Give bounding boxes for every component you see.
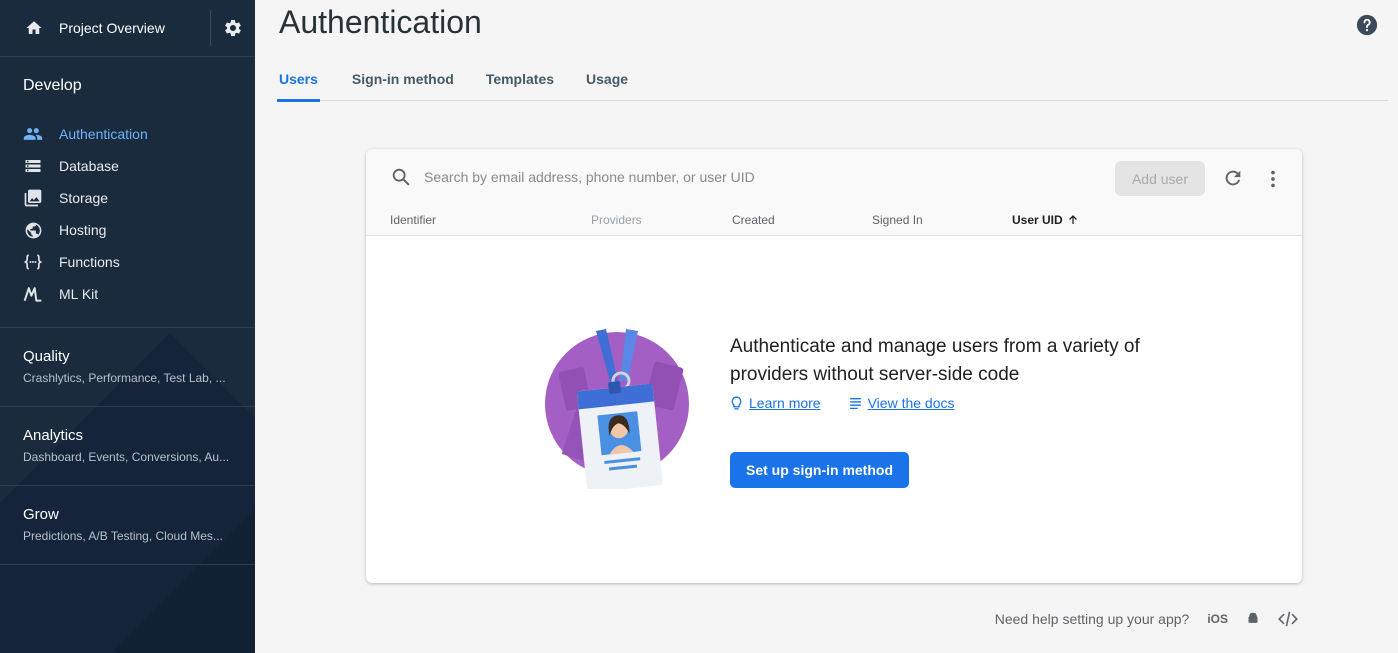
sidebar-item-storage[interactable]: Storage [0, 182, 255, 214]
mlkit-icon [23, 284, 43, 304]
android-icon[interactable] [1246, 612, 1260, 626]
tab-bar: Users Sign-in method Templates Usage [277, 58, 1388, 102]
tab-sign-in-method[interactable]: Sign-in method [352, 58, 454, 101]
learn-more-label: Learn more [749, 395, 821, 411]
group-subtitle: Predictions, A/B Testing, Cloud Mes... [23, 529, 223, 543]
column-header-identifier[interactable]: Identifier [390, 213, 436, 227]
develop-section: Develop Authentication Database Storage … [0, 57, 255, 328]
view-docs-label: View the docs [867, 395, 955, 411]
sidebar-item-label: Hosting [59, 222, 107, 238]
ios-icon[interactable]: iOS [1207, 612, 1228, 626]
sidebar-header: Project Overview [0, 0, 255, 57]
column-header-user-uid[interactable]: User UID [1012, 213, 1079, 227]
settings-gear-icon[interactable] [211, 6, 255, 50]
sidebar-item-label: Database [59, 158, 119, 174]
tab-templates[interactable]: Templates [486, 58, 554, 101]
group-subtitle: Crashlytics, Performance, Test Lab, ... [23, 371, 226, 385]
database-icon [23, 156, 43, 176]
view-docs-link[interactable]: View the docs [849, 395, 955, 411]
setup-help-text: Need help setting up your app? [994, 611, 1190, 627]
help-icon[interactable] [1356, 14, 1378, 36]
group-subtitle: Dashboard, Events, Conversions, Au... [23, 450, 230, 464]
globe-icon [23, 220, 43, 240]
empty-state-title: Authenticate and manage users from a var… [730, 336, 1140, 385]
tab-usage[interactable]: Usage [586, 58, 628, 101]
docs-lines-icon [849, 398, 861, 409]
sidebar-group-analytics[interactable]: Analytics Dashboard, Events, Conversions… [0, 407, 255, 486]
more-vert-icon[interactable] [1262, 168, 1284, 190]
home-icon[interactable] [22, 16, 46, 40]
sidebar-item-database[interactable]: Database [0, 150, 255, 182]
develop-heading: Develop [23, 77, 82, 94]
page-title: Authentication [279, 4, 482, 40]
set-up-sign-in-method-button[interactable]: Set up sign-in method [730, 452, 909, 488]
sort-arrow-up-icon [1068, 215, 1077, 224]
search-icon [390, 166, 412, 188]
group-title: Quality [23, 348, 70, 365]
id-badge-illustration [544, 329, 694, 493]
sidebar-item-label: Authentication [59, 126, 148, 142]
main-content: Authentication Users Sign-in method Temp… [255, 0, 1398, 653]
refresh-icon[interactable] [1222, 167, 1244, 189]
learn-more-link[interactable]: Learn more [730, 395, 821, 411]
empty-state-links: Learn more View the docs [730, 395, 955, 411]
users-table-header: Add user Identifier Providers Created Si… [366, 149, 1302, 236]
sidebar-item-functions[interactable]: Functions [0, 246, 255, 278]
sidebar-item-label: Functions [59, 254, 120, 270]
sidebar: Project Overview Develop Authentication … [0, 0, 255, 653]
sidebar-item-authentication[interactable]: Authentication [0, 118, 255, 150]
code-icon[interactable] [1278, 611, 1298, 627]
functions-icon [23, 252, 43, 272]
sidebar-item-ml-kit[interactable]: ML Kit [0, 278, 255, 310]
group-title: Analytics [23, 427, 84, 444]
column-header-created[interactable]: Created [732, 213, 775, 227]
add-user-button[interactable]: Add user [1115, 161, 1205, 196]
column-header-providers: Providers [591, 213, 642, 227]
column-header-label: User UID [1012, 213, 1063, 227]
people-icon [23, 124, 43, 144]
image-icon [23, 188, 43, 208]
app-setup-help: Need help setting up your app? iOS [995, 611, 1298, 627]
sidebar-item-label: ML Kit [59, 286, 99, 302]
group-title: Grow [23, 506, 59, 523]
sidebar-item-label: Storage [59, 190, 109, 206]
sidebar-group-quality[interactable]: Quality Crashlytics, Performance, Test L… [0, 328, 255, 407]
search-input[interactable] [424, 164, 984, 190]
tab-users[interactable]: Users [277, 58, 320, 102]
column-header-signed-in[interactable]: Signed In [872, 213, 923, 227]
project-overview-link[interactable]: Project Overview [59, 20, 210, 36]
lightbulb-icon [731, 395, 742, 409]
sidebar-item-hosting[interactable]: Hosting [0, 214, 255, 246]
sidebar-group-grow[interactable]: Grow Predictions, A/B Testing, Cloud Mes… [0, 486, 255, 565]
users-card: Add user Identifier Providers Created Si… [366, 149, 1302, 583]
